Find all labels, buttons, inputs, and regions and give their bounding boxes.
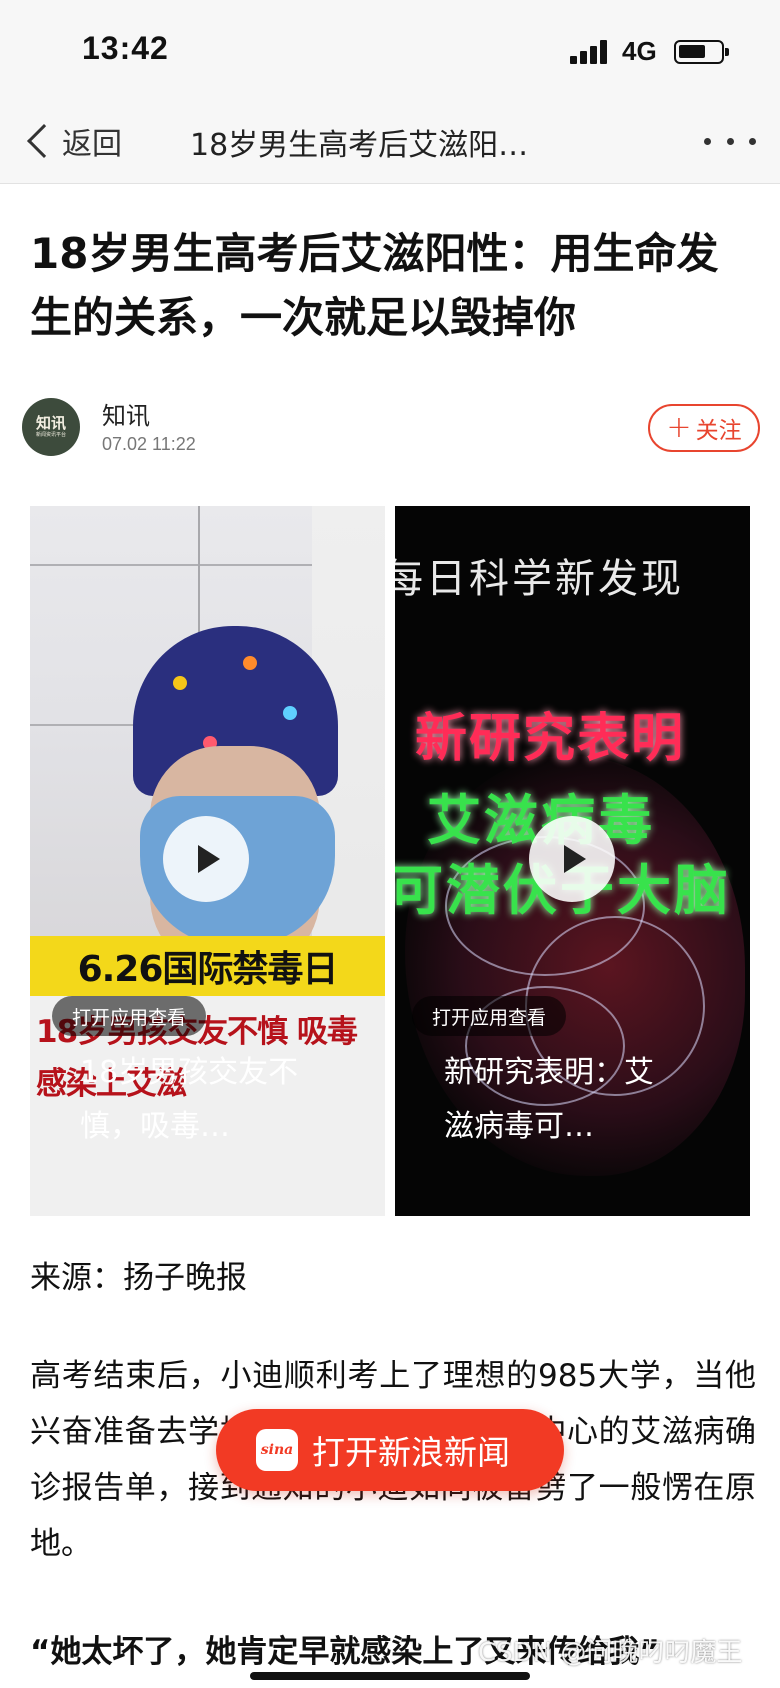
- video-caption: 新研究表明：艾滋病毒可…: [444, 1055, 654, 1144]
- article-title: 18岁男生高考后艾滋阳性：用生命发生的关系，一次就足以毁掉你: [30, 229, 719, 342]
- play-icon[interactable]: [163, 816, 249, 902]
- avatar[interactable]: 知讯 新闻资讯平台: [22, 398, 80, 456]
- open-app-chip[interactable]: 打开应用查看: [412, 996, 567, 1036]
- follow-button[interactable]: + 关注: [648, 404, 760, 452]
- author-row: 知讯 新闻资讯平台 知讯 07.02 11:22 + 关注: [20, 396, 760, 460]
- back-label: 返回: [62, 127, 122, 162]
- open-app-chip[interactable]: 打开应用查看: [52, 996, 207, 1036]
- status-bar: 13:42 4G: [0, 0, 780, 100]
- open-sina-news-label: 打开新浪新闻: [312, 1433, 510, 1472]
- avatar-subtext: 新闻资讯平台: [35, 432, 66, 438]
- watermark: CSDN @问晚叼叼魔王: [478, 1638, 743, 1668]
- video-header-text: 每日科学新发现: [395, 556, 684, 602]
- home-indicator: [250, 1672, 530, 1680]
- sina-logo-icon: sina: [256, 1429, 298, 1471]
- article-source: 来源：扬子晚报: [30, 1260, 247, 1296]
- plus-icon: +: [666, 410, 692, 445]
- status-time: 13:42: [82, 30, 169, 66]
- avatar-text: 知讯: [35, 414, 66, 432]
- network-label: 4G: [622, 36, 657, 66]
- back-chevron-icon: [27, 124, 61, 158]
- publish-time: 07.02 11:22: [102, 434, 196, 454]
- video-card-1[interactable]: 6.26国际禁毒日 18岁男孩交友不慎 吸毒感染上艾滋 打开应用查看 18岁男孩…: [30, 506, 385, 1216]
- back-button[interactable]: 返回: [22, 116, 122, 166]
- video-overlay-yellow: 6.26国际禁毒日: [30, 936, 385, 996]
- video-neon-red: 新研究表明: [415, 709, 686, 769]
- open-sina-news-button[interactable]: sina 打开新浪新闻: [216, 1409, 564, 1491]
- follow-label: 关注: [695, 418, 742, 444]
- author-name[interactable]: 知讯: [102, 396, 150, 431]
- nav-bar: 返回 18岁男生高考后艾滋阳…: [0, 100, 780, 184]
- play-icon[interactable]: [529, 816, 615, 902]
- video-caption: 18岁男孩交友不慎，吸毒…: [80, 1055, 299, 1144]
- nav-title: 18岁男生高考后艾滋阳…: [190, 128, 529, 163]
- battery-icon: [674, 40, 729, 64]
- signal-icon: [570, 40, 610, 64]
- more-dots-icon[interactable]: [704, 126, 756, 156]
- video-card-2[interactable]: 每日科学新发现 新研究表明 艾滋病毒 可潜伏于大脑 打开应用查看 新研究表明：艾…: [395, 506, 750, 1216]
